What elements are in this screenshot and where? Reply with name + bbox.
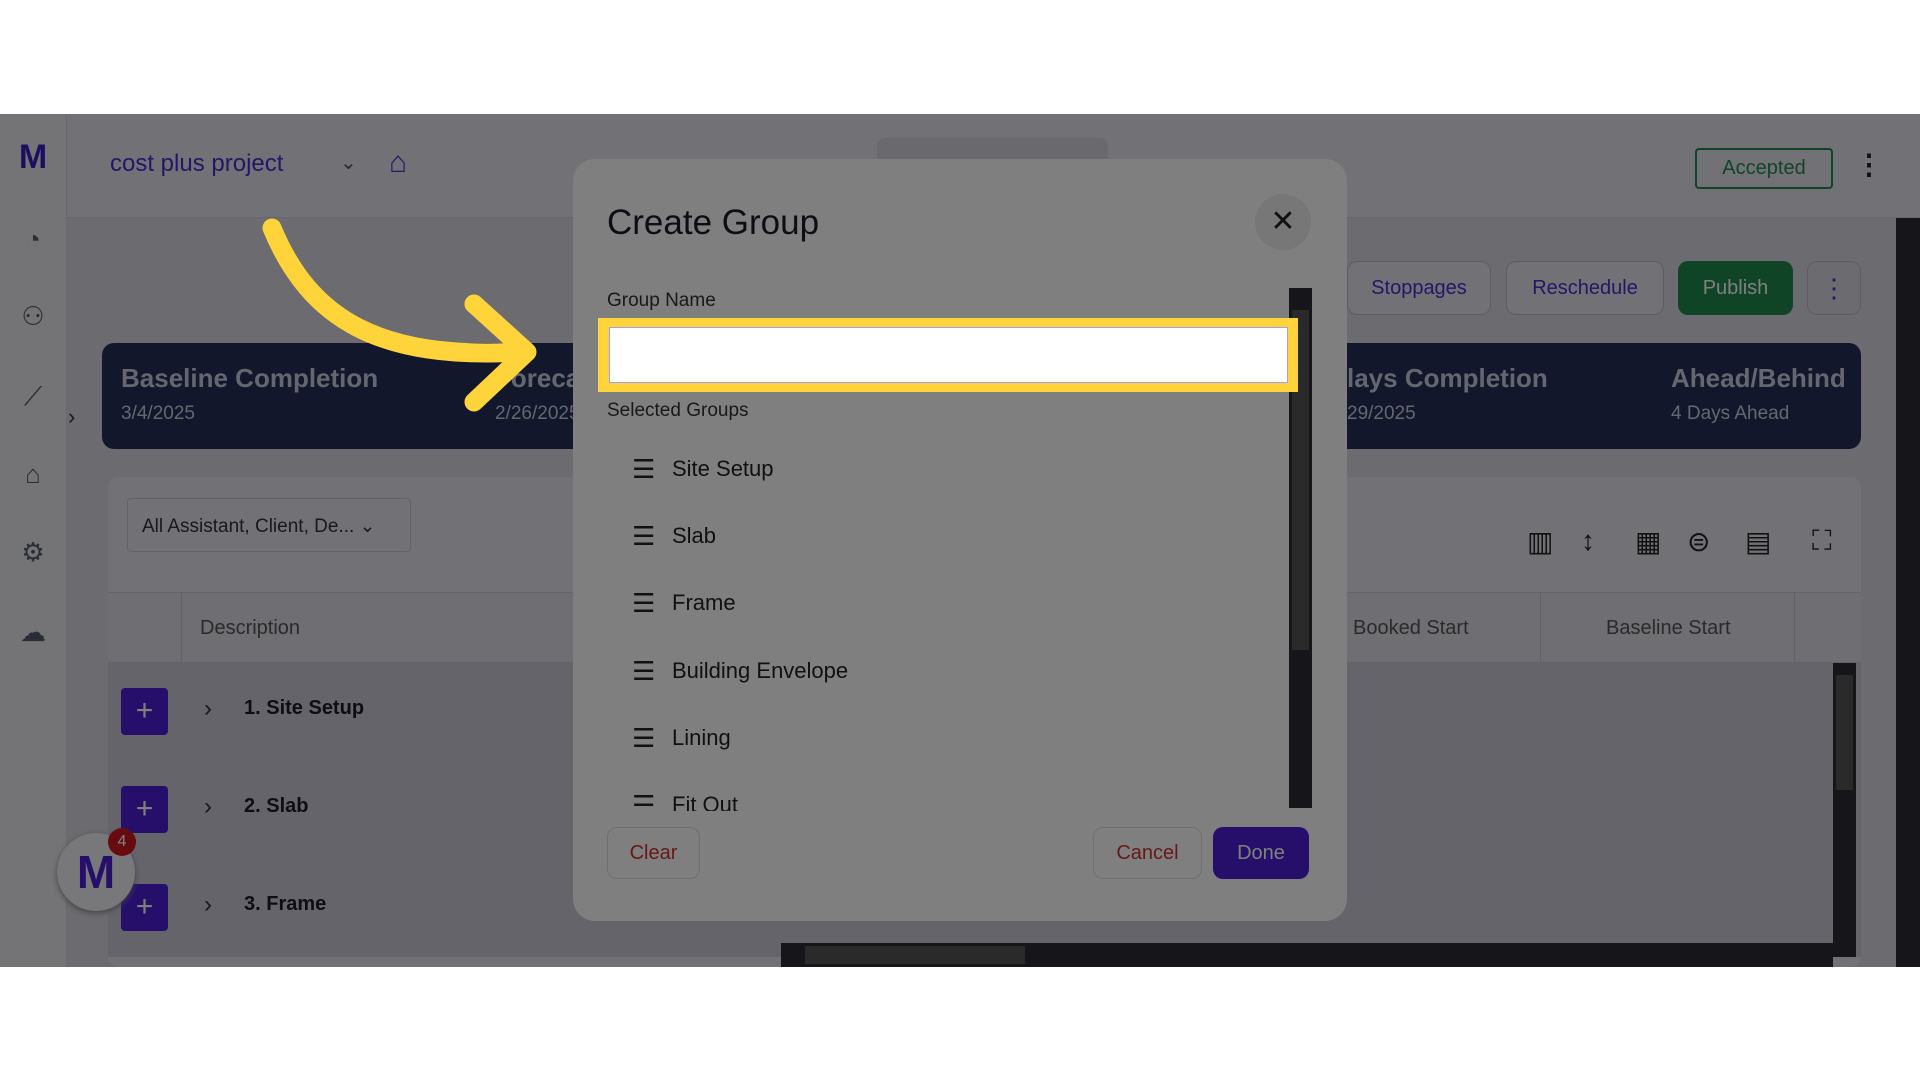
pointer-arrow-icon bbox=[262, 218, 537, 412]
